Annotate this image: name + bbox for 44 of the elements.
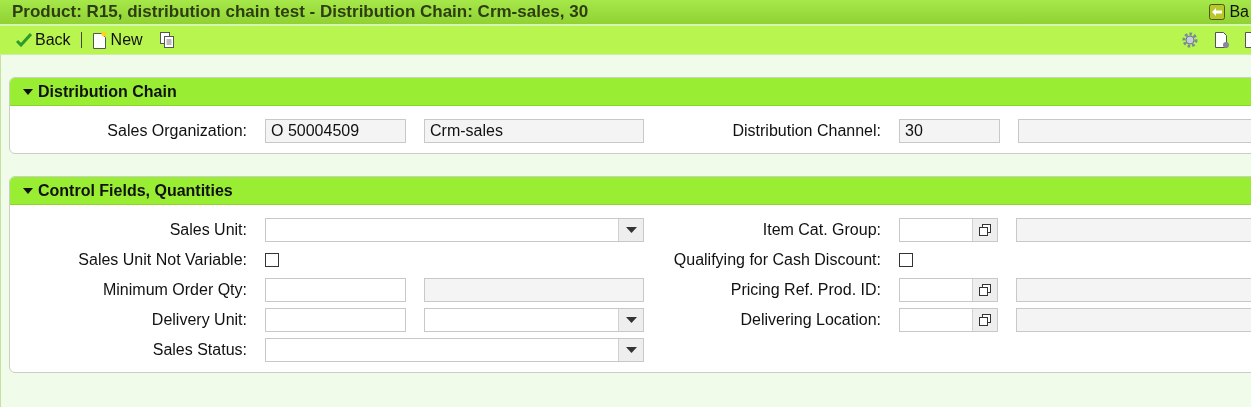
field-label: Sales Status: xyxy=(151,341,247,359)
caret-icon xyxy=(625,317,637,323)
field-label: Distribution Channel: xyxy=(731,122,881,140)
readonly-field: Crm-sales xyxy=(424,119,644,143)
field-label: Minimum Order Qty: xyxy=(102,281,247,299)
panel-header[interactable]: Distribution Chain xyxy=(10,78,1251,106)
new-document-icon xyxy=(91,31,108,49)
field-label: Item Cat. Group: xyxy=(761,221,881,239)
field-label: Pricing Ref. Prod. ID: xyxy=(729,281,881,299)
input-field[interactable] xyxy=(265,308,406,332)
dropdown-field[interactable] xyxy=(265,338,644,362)
caret-down-icon xyxy=(23,87,33,96)
panel-header[interactable]: Control Fields, Quantities xyxy=(10,177,1251,205)
back-button[interactable]: Back xyxy=(14,31,73,49)
field-label: Sales Unit: xyxy=(168,221,247,239)
field-label: Delivery Unit: xyxy=(150,311,247,329)
document-icon[interactable] xyxy=(1245,31,1251,49)
value-help-field[interactable] xyxy=(899,308,999,332)
readonly-field: 30 xyxy=(899,119,1001,143)
input-field[interactable] xyxy=(265,278,406,302)
checkbox[interactable] xyxy=(265,253,279,267)
document-icon[interactable] xyxy=(1213,31,1231,49)
field-label: Sales Organization: xyxy=(106,122,247,140)
checkbox[interactable] xyxy=(899,253,913,267)
value-help-field[interactable] xyxy=(899,278,999,302)
dropdown-field[interactable] xyxy=(424,308,644,332)
checkmark-icon xyxy=(16,33,32,47)
copy-icon xyxy=(979,314,992,326)
readonly-field: O 50004509 xyxy=(265,119,406,143)
field-label: Qualifying for Cash Discount: xyxy=(672,251,881,269)
field-label: Delivering Location: xyxy=(739,311,881,329)
caret-icon xyxy=(625,347,637,353)
copy-icon xyxy=(979,284,992,296)
caret-icon xyxy=(625,227,637,233)
window-title: Product: R15, distribution chain test - Distribution Chain: Crm-sales, 30 xyxy=(12,2,589,22)
dropdown-field[interactable] xyxy=(265,218,644,242)
settings-icon[interactable] xyxy=(1181,31,1199,49)
page-return-link[interactable]: Ba xyxy=(1209,3,1249,21)
new-button[interactable]: New xyxy=(89,31,145,49)
field-label: Sales Unit Not Variable: xyxy=(77,251,247,269)
copy-icon xyxy=(979,224,992,236)
caret-down-icon xyxy=(23,186,33,195)
value-help-field[interactable] xyxy=(899,218,999,242)
arrow-left-icon xyxy=(1209,4,1226,20)
